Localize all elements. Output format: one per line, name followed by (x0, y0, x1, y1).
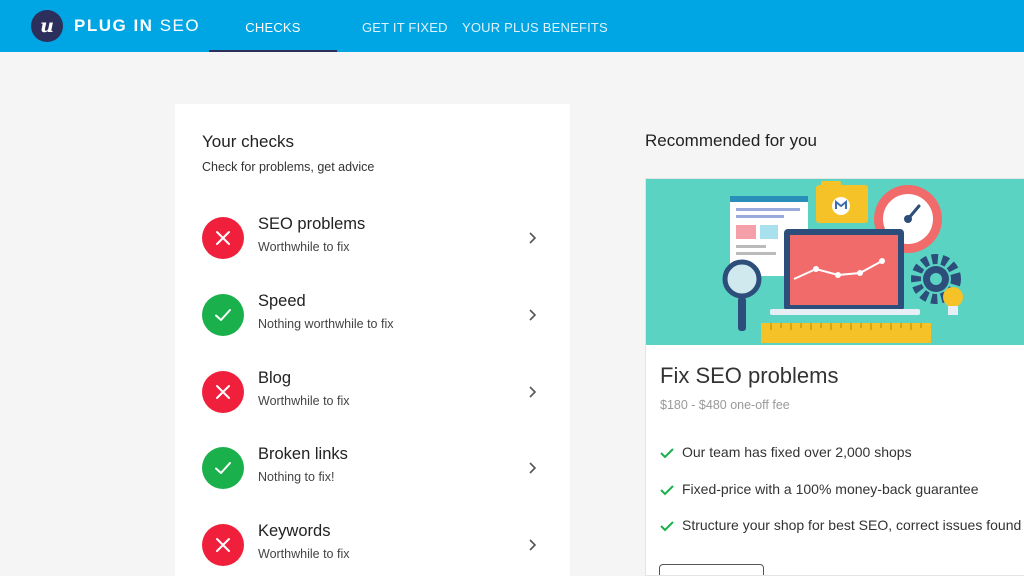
check-status-text: Worthwhile to fix (258, 547, 350, 561)
check-status-text: Worthwhile to fix (258, 240, 350, 254)
check-title: Keywords (258, 522, 331, 540)
offer-title[interactable]: Fix SEO problems (660, 363, 839, 389)
check-title: Broken links (258, 445, 348, 463)
checks-title: Your checks (202, 132, 294, 151)
check-status-text: Nothing to fix! (258, 470, 335, 484)
brand-name-light: SEO (159, 16, 201, 35)
checks-card: Your checks Check for problems, get advi… (175, 104, 570, 576)
tab-get-it-fixed[interactable]: GET IT FIXED (362, 0, 448, 52)
benefit-text: Our team has fixed over 2,000 shops (682, 444, 912, 460)
check-title: SEO problems (258, 215, 366, 233)
check-icon (660, 448, 674, 459)
tab-checks[interactable]: CHECKS (209, 0, 337, 52)
close-icon (216, 385, 230, 399)
check-title: Speed (258, 292, 306, 310)
benefit-text: Structure your shop for best SEO, correc… (682, 517, 1022, 533)
recommended-offer-card[interactable]: Fix SEO problems $180 - $480 one-off fee… (645, 178, 1024, 576)
check-row-keywords[interactable]: Keywords Worthwhile to fix (175, 514, 570, 576)
check-icon (660, 521, 674, 532)
checkmark-icon (215, 462, 231, 474)
status-bad-badge (202, 371, 244, 413)
close-icon (216, 538, 230, 552)
status-good-badge (202, 447, 244, 489)
status-bad-badge (202, 524, 244, 566)
brand-name-bold: PLUG IN (74, 16, 154, 35)
chevron-right-icon[interactable] (527, 385, 537, 399)
check-status-text: Worthwhile to fix (258, 394, 350, 408)
check-title: Blog (258, 369, 292, 387)
check-status-text: Nothing worthwhile to fix (258, 317, 394, 331)
chevron-right-icon[interactable] (527, 461, 537, 475)
tab-your-plus-benefits[interactable]: YOUR PLUS BENEFITS (462, 0, 608, 52)
chevron-right-icon[interactable] (527, 308, 537, 322)
check-row-speed[interactable]: Speed Nothing worthwhile to fix (175, 284, 570, 348)
offer-price: $180 - $480 one-off fee (660, 398, 790, 412)
close-icon (216, 231, 230, 245)
seo-illustration (646, 179, 1024, 345)
brand-name[interactable]: PLUG IN SEO (74, 16, 200, 36)
top-navigation-bar: u PLUG IN SEO CHECKS GET IT FIXED YOUR P… (0, 0, 1024, 52)
brand-logo-icon[interactable]: u (31, 10, 63, 42)
chevron-right-icon[interactable] (527, 538, 537, 552)
recommended-heading: Recommended for you (645, 131, 817, 150)
check-icon (660, 485, 674, 496)
checks-subtitle: Check for problems, get advice (202, 160, 375, 174)
check-row-blog[interactable]: Blog Worthwhile to fix (175, 361, 570, 425)
checkmark-icon (215, 309, 231, 321)
status-good-badge (202, 294, 244, 336)
offer-action-button[interactable] (659, 564, 764, 575)
chevron-right-icon[interactable] (527, 231, 537, 245)
benefit-text: Fixed-price with a 100% money-back guara… (682, 481, 979, 497)
check-row-broken-links[interactable]: Broken links Nothing to fix! (175, 437, 570, 501)
status-bad-badge (202, 217, 244, 259)
check-row-seo-problems[interactable]: SEO problems Worthwhile to fix (175, 207, 570, 271)
